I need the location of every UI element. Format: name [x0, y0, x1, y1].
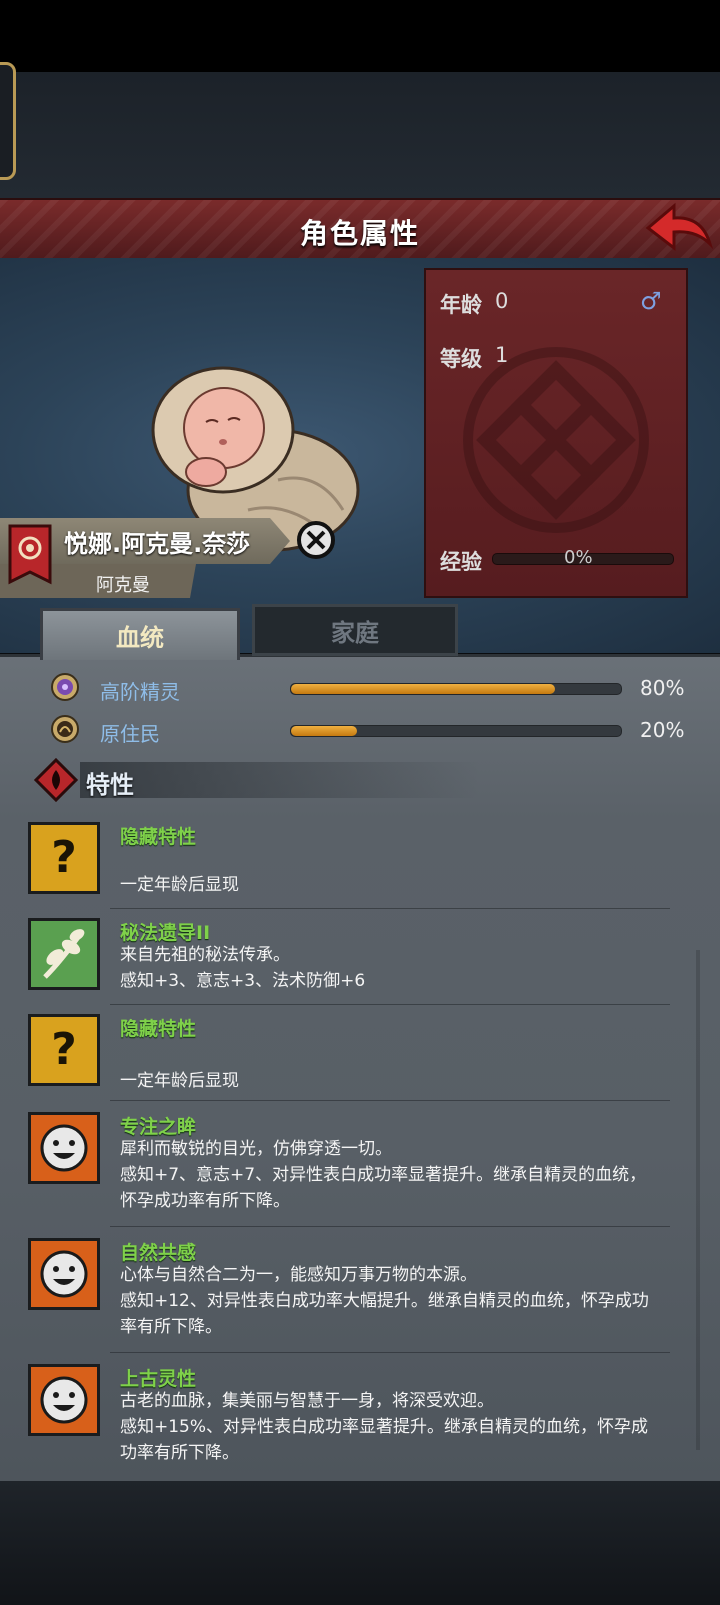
top-bar [0, 72, 720, 198]
trait-name: 隐藏特性 [120, 826, 197, 848]
trait-description: 来自先祖的秘法传承。 [120, 945, 290, 965]
exp-value: 0% [564, 547, 593, 568]
trait-name: 上古灵性 [120, 1368, 197, 1390]
bloodline-bar [290, 725, 622, 737]
trait-divider [110, 1226, 670, 1227]
trait-effects: 感知+7、意志+7、对异性表白成功率显著提升。继承自精灵的血统， [120, 1165, 647, 1185]
red-arrow-icon [645, 202, 714, 252]
smiley-sun-icon [28, 1112, 100, 1184]
male-gender-icon: ♂ [640, 287, 662, 315]
trait-description: 古老的血脉，集美丽与智慧于一身，将深受欢迎。 [120, 1391, 494, 1411]
question-icon: ? [28, 1014, 100, 1086]
level-value: 1 [495, 343, 509, 367]
traits-flame-icon [34, 758, 78, 802]
svg-text:?: ? [51, 832, 77, 883]
bloodline-name: 高阶精灵 [100, 680, 180, 704]
bloodline-fill [291, 684, 555, 694]
trait-description: 一定年龄后显现 [120, 1071, 239, 1091]
high-elf-icon [51, 673, 79, 701]
clan-banner-icon [8, 524, 52, 585]
status-bar-area [0, 0, 720, 72]
trait-effects-cont: 功率有所下降。 [120, 1443, 239, 1463]
bottom-area [0, 1481, 720, 1605]
trait-effects: 感知+3、意志+3、法术防御+6 [120, 971, 366, 991]
trait-effects-cont: 怀孕成功率有所下降。 [120, 1191, 290, 1211]
trait-name: 隐藏特性 [120, 1018, 197, 1040]
celtic-knot-emblem [463, 347, 649, 533]
leaf-branch-icon [28, 918, 100, 990]
exp-label: 经验 [440, 550, 482, 574]
bloodline-row: 高阶精灵 80% [0, 670, 720, 710]
bloodline-percent: 20% [640, 718, 685, 742]
close-icon[interactable] [296, 520, 336, 560]
bloodline-bar [290, 683, 622, 695]
scrollbar[interactable] [696, 950, 700, 1450]
trait-effects-cont: 率有所下降。 [120, 1317, 222, 1337]
bloodline-row: 原住民 20% [0, 712, 720, 752]
trait-effects: 感知+15%、对异性表白成功率显著提升。继承自精灵的血统，怀孕成 [120, 1417, 649, 1437]
trait-divider [110, 1100, 670, 1101]
trait-name: 专注之眸 [120, 1116, 197, 1138]
tab-bloodline[interactable]: 血统 [40, 608, 240, 660]
trait-divider [110, 1352, 670, 1353]
tab-bar: 血统 家庭 [30, 604, 470, 662]
page-title: 角色属性 [299, 217, 420, 250]
family-name: 阿克曼 [96, 575, 150, 596]
trait-description: 心体与自然合二为一，能感知万事万物的本源。 [120, 1265, 477, 1285]
trait-description: 犀利而敏锐的目光，仿佛穿透一切。 [120, 1139, 392, 1159]
age-label: 年龄 [440, 293, 482, 317]
side-tab-handle[interactable] [0, 62, 16, 180]
trait-divider [110, 1004, 670, 1005]
character-name: 悦娜.阿克曼.奈莎 [64, 530, 251, 558]
traits-header-bg [80, 762, 480, 798]
age-value: 0 [495, 289, 509, 313]
smiley-sun-icon [28, 1364, 100, 1436]
header-bar: 角色属性 [0, 198, 720, 263]
bloodline-percent: 80% [640, 676, 685, 700]
traits-title: 特性 [86, 771, 134, 799]
level-label: 等级 [440, 347, 482, 371]
trait-description: 一定年龄后显现 [120, 875, 239, 895]
question-icon: ? [28, 822, 100, 894]
smiley-sun-icon [28, 1238, 100, 1310]
trait-effects: 感知+12、对异性表白成功率大幅提升。继承自精灵的血统，怀孕成功 [120, 1291, 649, 1311]
native-icon [51, 715, 79, 743]
svg-text:?: ? [51, 1024, 77, 1075]
bloodline-name: 原住民 [100, 722, 160, 746]
back-button[interactable] [644, 200, 714, 256]
trait-name: 秘法遗导II [120, 922, 211, 944]
trait-divider [110, 908, 670, 909]
tab-family[interactable]: 家庭 [252, 604, 458, 656]
bloodline-fill [291, 726, 357, 736]
trait-name: 自然共感 [120, 1242, 197, 1264]
